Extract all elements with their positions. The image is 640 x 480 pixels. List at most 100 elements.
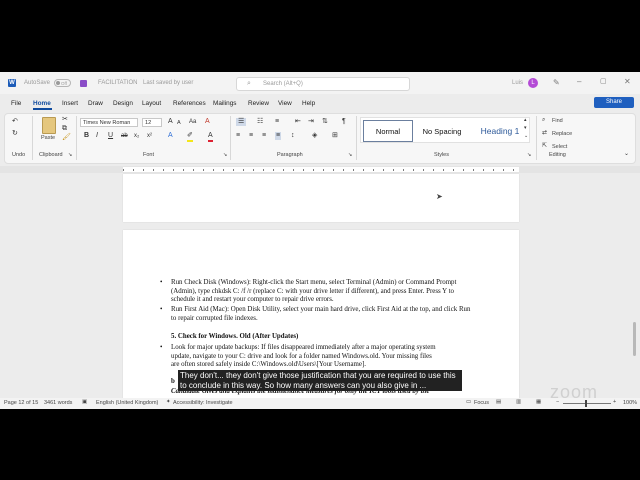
font-name-select[interactable]: Times New Roman bbox=[80, 118, 138, 127]
menu-view[interactable]: View bbox=[278, 100, 292, 107]
multilevel-list-icon[interactable]: ≡ bbox=[275, 118, 279, 126]
copy-icon[interactable]: ⧉ bbox=[62, 125, 67, 133]
status-bar: Page 12 of 15 3461 words ▣ English (Unit… bbox=[0, 398, 640, 409]
strikethrough-icon[interactable]: ab bbox=[121, 132, 128, 140]
bullet-item[interactable]: Run Check Disk (Windows): Right-click th… bbox=[171, 279, 476, 305]
save-icon[interactable] bbox=[80, 80, 87, 87]
search-placeholder: Search (Alt+Q) bbox=[263, 81, 303, 87]
menu-design[interactable]: Design bbox=[113, 100, 133, 107]
show-marks-icon[interactable]: ¶ bbox=[342, 118, 346, 126]
style-normal[interactable]: Normal bbox=[363, 120, 413, 142]
menu-insert[interactable]: Insert bbox=[62, 100, 78, 107]
share-button[interactable]: Share bbox=[594, 97, 634, 108]
redo-icon[interactable]: ↻ bbox=[12, 130, 18, 138]
read-mode-icon[interactable]: ▤ bbox=[496, 399, 501, 405]
shading-icon[interactable]: ◈ bbox=[312, 132, 317, 140]
select-button[interactable]: Select bbox=[552, 144, 567, 150]
zoom-slider[interactable] bbox=[563, 403, 611, 404]
section-heading[interactable]: 5. Check for Windows. Old (After Updates… bbox=[171, 333, 298, 342]
replace-button[interactable]: Replace bbox=[552, 131, 572, 137]
styles-more-icon[interactable]: ⌄ bbox=[524, 132, 528, 140]
maximize-icon[interactable]: ▢ bbox=[600, 77, 607, 85]
numbering-icon[interactable]: ☷ bbox=[257, 118, 263, 126]
zoom-level[interactable]: 100% bbox=[623, 400, 637, 406]
bullet-item-line[interactable]: are often stored safely inside C:\Window… bbox=[171, 361, 476, 370]
italic-button[interactable]: I bbox=[96, 132, 98, 140]
bullet-item-line[interactable]: update, navigate to your C: drive and lo… bbox=[171, 353, 476, 362]
superscript-icon[interactable]: x² bbox=[147, 132, 152, 140]
menu-bar: File Home Insert Draw Design Layout Refe… bbox=[0, 98, 640, 110]
cut-icon[interactable]: ✂ bbox=[62, 116, 68, 124]
align-left-icon[interactable]: ≡ bbox=[236, 132, 240, 140]
align-center-icon[interactable]: ≡ bbox=[249, 132, 253, 140]
proofing-icon[interactable]: ▣ bbox=[82, 399, 87, 405]
font-size-select[interactable]: 12 bbox=[142, 118, 162, 127]
avatar[interactable]: L bbox=[528, 78, 538, 88]
format-painter-icon[interactable]: 🖌 bbox=[62, 134, 71, 142]
menu-help[interactable]: Help bbox=[302, 100, 315, 107]
font-launcher-icon[interactable]: ↘ bbox=[223, 151, 227, 159]
styles-scroll-down-icon[interactable]: ▾ bbox=[524, 124, 527, 132]
text-effects-icon[interactable]: A bbox=[168, 132, 173, 140]
previous-page[interactable] bbox=[123, 174, 519, 222]
paragraph-launcher-icon[interactable]: ↘ bbox=[348, 151, 352, 159]
grow-font-button[interactable]: A bbox=[168, 118, 173, 126]
select-icon: ⇱ bbox=[542, 143, 548, 149]
sort-icon[interactable]: ⇅ bbox=[322, 118, 328, 126]
underline-button[interactable]: U bbox=[108, 132, 113, 140]
menu-references[interactable]: References bbox=[173, 100, 206, 107]
clear-format-icon[interactable]: A bbox=[205, 118, 210, 126]
menu-review[interactable]: Review bbox=[248, 100, 269, 107]
bullet-item-line[interactable]: Look for major update backups: If files … bbox=[171, 344, 476, 353]
autosave-label: AutoSave bbox=[24, 80, 51, 86]
accessibility-status[interactable]: Accessibility: Investigate bbox=[173, 400, 233, 406]
align-right-icon[interactable]: ≡ bbox=[262, 132, 266, 140]
minimize-icon[interactable]: – bbox=[577, 77, 581, 86]
search-box[interactable]: ⌕ Search (Alt+Q) bbox=[236, 77, 410, 91]
print-layout-icon[interactable]: ▥ bbox=[516, 399, 521, 405]
find-button[interactable]: Find bbox=[552, 118, 563, 124]
page-count[interactable]: Page 12 of 15 bbox=[4, 400, 38, 406]
subscript-icon[interactable]: x₂ bbox=[134, 132, 139, 140]
web-layout-icon[interactable]: ▦ bbox=[536, 399, 541, 405]
line-spacing-icon[interactable]: ↕ bbox=[291, 132, 295, 140]
borders-icon[interactable]: ⊞ bbox=[332, 132, 338, 140]
undo-icon[interactable]: ↶ bbox=[12, 118, 18, 126]
change-case-icon[interactable]: Aa bbox=[189, 118, 196, 126]
scrollbar-thumb[interactable] bbox=[633, 322, 636, 356]
bullet-item[interactable]: Run First Aid (Mac): Open Disk Utility, … bbox=[171, 306, 476, 323]
find-icon: ⌕ bbox=[542, 117, 546, 123]
paste-icon[interactable] bbox=[42, 117, 56, 134]
menu-home[interactable]: Home bbox=[33, 100, 51, 107]
clipboard-launcher-icon[interactable]: ↘ bbox=[68, 151, 72, 159]
pen-icon[interactable]: ✎ bbox=[553, 78, 560, 87]
style-no-spacing[interactable]: No Spacing bbox=[417, 120, 467, 142]
shrink-font-button[interactable]: A bbox=[177, 119, 181, 127]
justify-icon[interactable]: ≡ bbox=[275, 132, 282, 140]
collapse-ribbon-icon[interactable]: ⌄ bbox=[624, 150, 629, 158]
menu-layout[interactable]: Layout bbox=[142, 100, 161, 107]
word-logo-icon: W bbox=[8, 79, 16, 87]
style-heading-1[interactable]: Heading 1 bbox=[471, 120, 529, 142]
menu-mailings[interactable]: Mailings bbox=[213, 100, 236, 107]
decrease-indent-icon[interactable]: ⇤ bbox=[295, 118, 301, 126]
increase-indent-icon[interactable]: ⇥ bbox=[308, 118, 314, 126]
menu-draw[interactable]: Draw bbox=[88, 100, 103, 107]
paste-label[interactable]: Paste bbox=[41, 135, 55, 141]
search-icon: ⌕ bbox=[247, 80, 251, 87]
close-icon[interactable]: ✕ bbox=[624, 77, 631, 86]
styles-scroll-up-icon[interactable]: ▴ bbox=[524, 116, 527, 124]
bold-button[interactable]: B bbox=[84, 132, 89, 140]
highlight-icon[interactable]: ✐ bbox=[187, 132, 193, 142]
language[interactable]: English (United Kingdom) bbox=[96, 400, 158, 406]
focus-button[interactable]: Focus bbox=[474, 400, 489, 406]
zoom-in-icon[interactable]: + bbox=[613, 399, 616, 405]
styles-launcher-icon[interactable]: ↘ bbox=[527, 151, 531, 159]
partial-heading: b bbox=[171, 378, 175, 385]
bullets-icon[interactable]: ☰ bbox=[236, 118, 247, 126]
word-count[interactable]: 3461 words bbox=[44, 400, 72, 406]
font-color-icon[interactable]: A bbox=[208, 132, 213, 142]
paragraph-group-label: Paragraph bbox=[277, 152, 303, 158]
menu-file[interactable]: File bbox=[11, 100, 21, 107]
vertical-scrollbar[interactable] bbox=[632, 174, 637, 396]
